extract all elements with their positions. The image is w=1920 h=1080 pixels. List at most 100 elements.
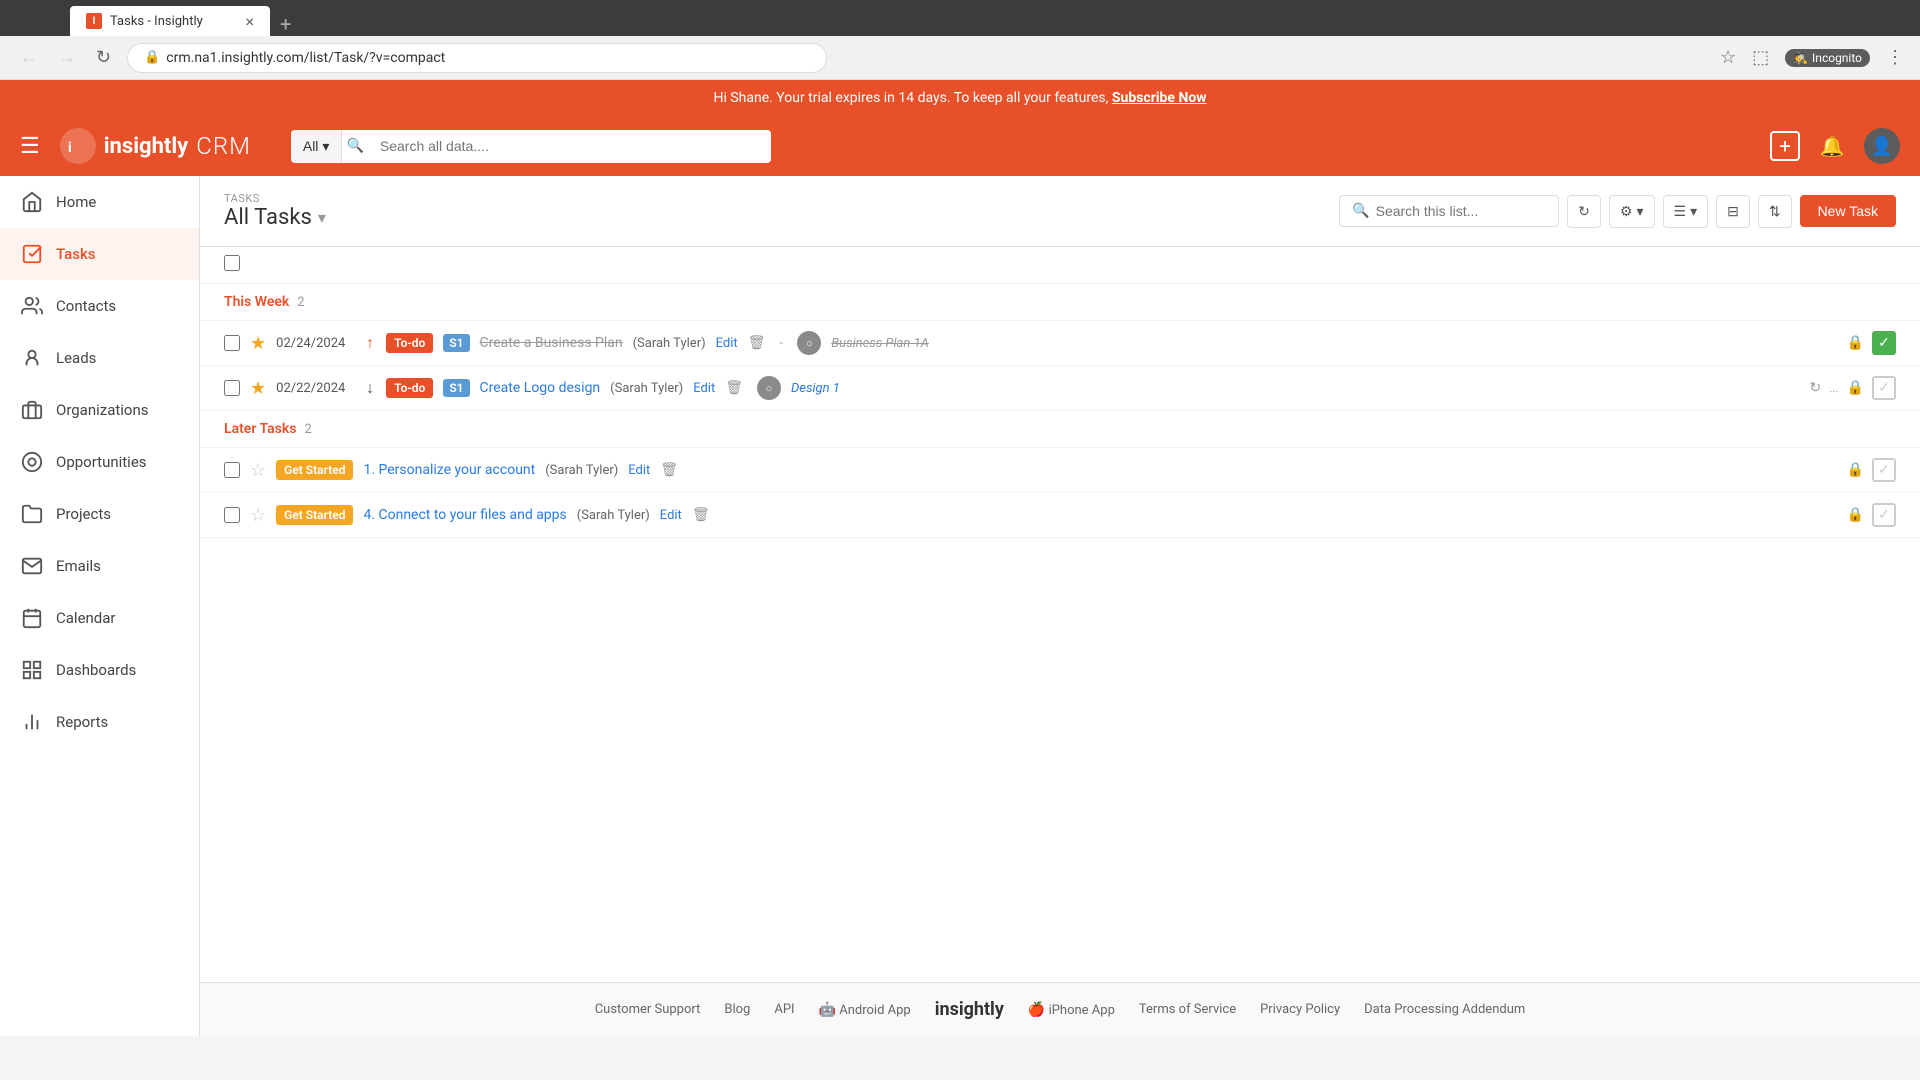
footer-iphone-label: iPhone App: [1049, 1003, 1115, 1018]
projects-icon: [20, 502, 44, 526]
refresh-icon: ↻: [1578, 203, 1590, 220]
tab-close-button[interactable]: ×: [245, 12, 254, 31]
task-delete-icon[interactable]: 🗑: [748, 335, 766, 351]
task-edit-link[interactable]: Edit: [693, 381, 715, 396]
refresh-button[interactable]: ↻: [1567, 195, 1601, 228]
task-lock-icon: 🔒: [1847, 462, 1864, 478]
footer-api-link[interactable]: API: [774, 1002, 794, 1017]
sidebar-label-reports: Reports: [56, 713, 108, 731]
sprint-badge: S1: [443, 334, 469, 352]
task-delete-icon[interactable]: 🗑: [725, 380, 743, 396]
user-avatar[interactable]: 👤: [1864, 128, 1900, 164]
footer-terms-link[interactable]: Terms of Service: [1139, 1002, 1236, 1017]
hamburger-menu-icon[interactable]: ☰: [20, 134, 40, 159]
lock-icon: 🔒: [144, 50, 160, 65]
footer-android-app-link[interactable]: 🤖 Android App: [819, 1002, 911, 1018]
task-checkbox[interactable]: [224, 380, 240, 396]
sidebar-item-organizations[interactable]: Organizations: [0, 384, 199, 436]
task-spinner-dots: ...: [1829, 381, 1839, 395]
active-tab[interactable]: I Tasks - Insightly ×: [70, 6, 270, 36]
new-tab-button[interactable]: +: [270, 12, 301, 36]
footer-logo[interactable]: insightly: [935, 999, 1004, 1020]
tasks-title-dropdown[interactable]: All Tasks ▾: [224, 205, 326, 230]
sidebar-item-home[interactable]: Home: [0, 176, 199, 228]
sidebar-item-projects[interactable]: Projects: [0, 488, 199, 540]
tasks-title-chevron: ▾: [318, 208, 326, 227]
task-delete-icon[interactable]: 🗑: [660, 462, 678, 478]
task-star-icon[interactable]: ☆: [250, 460, 266, 481]
task-name[interactable]: Create Logo design: [480, 380, 601, 396]
address-input[interactable]: 🔒 crm.na1.insightly.com/list/Task/?v=com…: [127, 43, 827, 73]
task-checkbox[interactable]: [224, 335, 240, 351]
new-task-button[interactable]: New Task: [1800, 195, 1896, 227]
task-star-icon[interactable]: ★: [250, 333, 266, 354]
filter-icon: ⊟: [1727, 203, 1739, 220]
task-edit-link[interactable]: Edit: [716, 336, 738, 351]
sidebar-item-reports[interactable]: Reports: [0, 696, 199, 748]
settings-button[interactable]: ⚙ ▾: [1609, 195, 1655, 228]
this-week-label: This Week: [224, 294, 289, 310]
task-badge: To-do: [386, 378, 433, 398]
task-name[interactable]: Create a Business Plan: [480, 335, 623, 351]
filter-button[interactable]: ⊟: [1716, 195, 1750, 228]
task-linked-record[interactable]: Business Plan 1A: [831, 336, 929, 351]
menu-dots-icon[interactable]: ⋮: [1886, 47, 1904, 68]
sidebar-item-leads[interactable]: Leads: [0, 332, 199, 384]
task-separator: -: [779, 335, 783, 351]
footer-customer-support-link[interactable]: Customer Support: [595, 1002, 701, 1017]
this-week-count: 2: [297, 295, 304, 310]
footer-blog-link[interactable]: Blog: [724, 1002, 750, 1017]
task-name[interactable]: 4. Connect to your files and apps: [363, 507, 566, 523]
sidebar-item-opportunities[interactable]: Opportunities: [0, 436, 199, 488]
sidebar-item-calendar[interactable]: Calendar: [0, 592, 199, 644]
main-content: TASKS All Tasks ▾ 🔍 ↻ ⚙ ▾: [200, 176, 1920, 1036]
task-lock-icon: 🔒: [1847, 380, 1864, 396]
search-scope-chevron: ▾: [322, 138, 329, 155]
task-linked-record[interactable]: Design 1: [791, 381, 840, 396]
view-toggle-button[interactable]: ☰ ▾: [1663, 195, 1709, 228]
task-complete-button[interactable]: ✓: [1872, 376, 1896, 400]
notifications-button[interactable]: 🔔: [1816, 130, 1848, 162]
sidebar-item-tasks[interactable]: Tasks: [0, 228, 199, 280]
subscribe-now-link[interactable]: Subscribe Now: [1112, 90, 1207, 106]
sidebar-item-dashboards[interactable]: Dashboards: [0, 644, 199, 696]
task-edit-link[interactable]: Edit: [660, 508, 682, 523]
add-button[interactable]: +: [1770, 131, 1800, 161]
task-assignee: (Sarah Tyler): [577, 508, 650, 523]
bookmark-icon[interactable]: ☆: [1720, 47, 1736, 68]
task-complete-button[interactable]: ✓: [1872, 331, 1896, 355]
global-search-input[interactable]: [368, 130, 771, 162]
tasks-toolbar: 🔍 ↻ ⚙ ▾ ☰ ▾ ⊟ ⇅: [1339, 195, 1896, 228]
priority-down-icon: ↓: [366, 378, 374, 398]
search-list-container: 🔍: [1339, 195, 1559, 227]
sidebar-item-contacts[interactable]: Contacts: [0, 280, 199, 332]
task-complete-button[interactable]: ✓: [1872, 503, 1896, 527]
footer-iphone-app-link[interactable]: 🍎 iPhone App: [1028, 1002, 1115, 1018]
search-list-input[interactable]: [1376, 203, 1547, 219]
footer-data-processing-link[interactable]: Data Processing Addendum: [1364, 1002, 1525, 1017]
footer-privacy-link[interactable]: Privacy Policy: [1260, 1002, 1340, 1017]
page-footer: Customer Support Blog API 🤖 Android App …: [200, 982, 1920, 1036]
refresh-button[interactable]: ↻: [92, 43, 115, 72]
select-all-row: [200, 247, 1920, 284]
task-edit-link[interactable]: Edit: [628, 463, 650, 478]
organizations-icon: [20, 398, 44, 422]
address-text: crm.na1.insightly.com/list/Task/?v=compa…: [166, 50, 445, 66]
task-complete-button[interactable]: ✓: [1872, 458, 1896, 482]
task-delete-icon[interactable]: 🗑: [692, 507, 710, 523]
task-name[interactable]: 1. Personalize your account: [363, 462, 535, 478]
sort-button[interactable]: ⇅: [1758, 195, 1792, 228]
task-star-icon[interactable]: ★: [250, 378, 266, 399]
task-star-icon[interactable]: ☆: [250, 505, 266, 526]
sidebar-item-emails[interactable]: Emails: [0, 540, 199, 592]
back-button[interactable]: ←: [16, 43, 42, 72]
select-all-checkbox[interactable]: [224, 255, 240, 271]
forward-button[interactable]: →: [54, 43, 80, 72]
task-checkbox[interactable]: [224, 507, 240, 523]
search-scope-button[interactable]: All ▾: [291, 130, 343, 163]
tab-favicon: I: [86, 13, 102, 29]
task-checkbox[interactable]: [224, 462, 240, 478]
task-lock-icon: 🔒: [1847, 507, 1864, 523]
task-assignee: (Sarah Tyler): [545, 463, 618, 478]
profile-icon[interactable]: ⬚: [1752, 47, 1769, 68]
